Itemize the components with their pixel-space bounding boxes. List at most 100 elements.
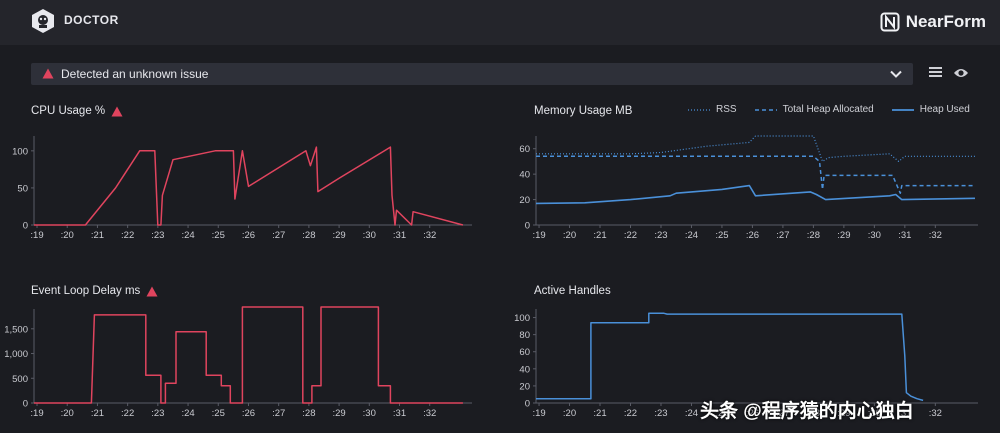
cpu-panel-title: CPU Usage %	[31, 105, 123, 117]
x-tick-label: :23	[151, 408, 164, 419]
brand-name: NearForm	[905, 12, 986, 31]
x-tick-label: :22	[121, 408, 134, 419]
x-tick-label: :24	[685, 408, 698, 419]
legend-heap-used-swatch	[891, 108, 914, 111]
x-tick-label: :21	[593, 408, 606, 419]
y-tick-label: 20	[519, 381, 530, 392]
x-tick-label: :24	[181, 230, 194, 241]
memory-title-text: Memory Usage MB	[534, 105, 633, 117]
x-tick-label: :29	[332, 408, 345, 419]
x-tick-label: :19	[30, 230, 43, 241]
x-tick-label: :22	[624, 230, 637, 241]
x-tick-label: :32	[929, 230, 942, 241]
y-tick-label: 20	[519, 195, 530, 206]
x-tick-label: :25	[212, 408, 225, 419]
x-tick-label: :27	[776, 230, 789, 241]
x-tick-label: :32	[423, 408, 436, 419]
x-tick-label: :26	[242, 230, 255, 241]
x-tick-label: :31	[898, 230, 911, 241]
legend-rss-swatch	[688, 108, 710, 111]
x-tick-label: :28	[807, 230, 820, 241]
delay-panel-title: Event Loop Delay ms	[31, 285, 158, 297]
delay-series-line	[34, 306, 463, 404]
alert-text: Detected an unknown issue	[61, 67, 209, 81]
cpu-warning-icon	[111, 106, 123, 116]
y-tick-label: 1,000	[4, 349, 28, 360]
chevron-down-icon[interactable]	[889, 67, 903, 81]
memory-chart[interactable]: 0 20 40 60 :19 :20 :21 :22 :23 :24 :25 :26 :27 :28 :29…	[500, 128, 995, 248]
x-tick-label: :30	[363, 408, 376, 419]
event-loop-delay-chart[interactable]: 0 500 1,000 1,500:19:20:21:22:23:24:25:26:2…	[0, 305, 490, 423]
y-tick-label: 0	[525, 221, 530, 232]
doctor-logo-icon	[32, 9, 54, 33]
x-tick-label: :24	[685, 230, 698, 241]
x-tick-label: :21	[91, 230, 104, 241]
x-tick-label: :20	[61, 408, 74, 419]
x-tick-label: :20	[563, 408, 576, 419]
x-tick-label: :26	[242, 408, 255, 419]
list-icon[interactable]	[929, 66, 942, 79]
x-tick-label: :23	[654, 230, 667, 241]
legend-total-heap-swatch	[754, 108, 777, 111]
x-tick-label: :25	[212, 230, 225, 241]
x-tick-label: :23	[654, 408, 667, 419]
x-tick-label: :22	[121, 230, 134, 241]
x-tick-label: :19	[532, 230, 545, 241]
legend-rss: RSS	[688, 104, 737, 115]
app-title: DOCTOR	[64, 13, 119, 27]
y-tick-label: 100	[514, 313, 530, 324]
memory-legend: RSS Total Heap Allocated Heap Used	[688, 104, 970, 115]
x-tick-label: :31	[393, 408, 406, 419]
top-bar: DOCTOR NearForm	[0, 0, 1000, 45]
delay-title-text: Event Loop Delay ms	[31, 285, 141, 297]
x-tick-label: :29	[332, 230, 345, 241]
y-tick-label: 500	[12, 374, 28, 385]
x-tick-label: :27	[272, 230, 285, 241]
legend-heap-used: Heap Used	[891, 104, 970, 115]
legend-total-heap: Total Heap Allocated	[754, 104, 874, 115]
x-tick-label: :31	[393, 230, 406, 241]
memory-panel-title: Memory Usage MB	[534, 105, 632, 117]
eye-icon[interactable]	[953, 67, 969, 79]
legend-heap-used-label: Heap Used	[919, 104, 970, 115]
x-tick-label: :22	[624, 408, 637, 419]
x-tick-label: :30	[363, 230, 376, 241]
x-tick-label: :24	[181, 408, 194, 419]
x-tick-label: :32	[423, 230, 436, 241]
memory-series-heap-used	[535, 184, 976, 205]
x-tick-label: :32	[929, 408, 942, 419]
legend-total-heap-label: Total Heap Allocated	[782, 104, 874, 115]
x-tick-label: :21	[593, 230, 606, 241]
legend-rss-label: RSS	[716, 104, 737, 115]
alert-dropdown[interactable]: Detected an unknown issue	[31, 63, 913, 85]
x-tick-label: :28	[302, 408, 315, 419]
handles-series-line	[536, 312, 924, 402]
memory-series-total-heap-allocated	[536, 155, 975, 194]
y-tick-label: 50	[17, 183, 28, 194]
handles-panel-title: Active Handles	[534, 285, 611, 297]
x-tick-label: :26	[746, 230, 759, 241]
x-tick-label: :19	[532, 408, 545, 419]
y-tick-label: 0	[525, 399, 530, 410]
x-tick-label: :20	[61, 230, 74, 241]
nearform-logo-icon	[880, 12, 900, 32]
x-tick-label: :29	[837, 230, 850, 241]
x-tick-label: :30	[868, 230, 881, 241]
x-tick-label: :21	[91, 408, 104, 419]
memory-series-rss	[536, 135, 975, 163]
nearform-brand[interactable]: NearForm	[880, 9, 986, 35]
x-tick-label: :20	[563, 230, 576, 241]
y-tick-label: 100	[12, 146, 28, 157]
delay-warning-icon	[146, 286, 158, 296]
watermark: 头条 @程序猿的内心独白	[700, 401, 914, 422]
y-tick-label: 40	[519, 364, 530, 375]
y-tick-label: 40	[519, 170, 530, 181]
x-tick-label: :19	[30, 408, 43, 419]
x-tick-label: :25	[715, 230, 728, 241]
x-tick-label: :27	[272, 408, 285, 419]
y-tick-label: 0	[23, 221, 28, 232]
cpu-title-text: CPU Usage %	[31, 105, 106, 117]
cpu-chart[interactable]: 0 50 100:19:20:21:22:23:24:25:26:27:28:29:…	[0, 128, 490, 248]
y-tick-label: 60	[519, 347, 530, 358]
y-tick-label: 60	[519, 144, 530, 155]
